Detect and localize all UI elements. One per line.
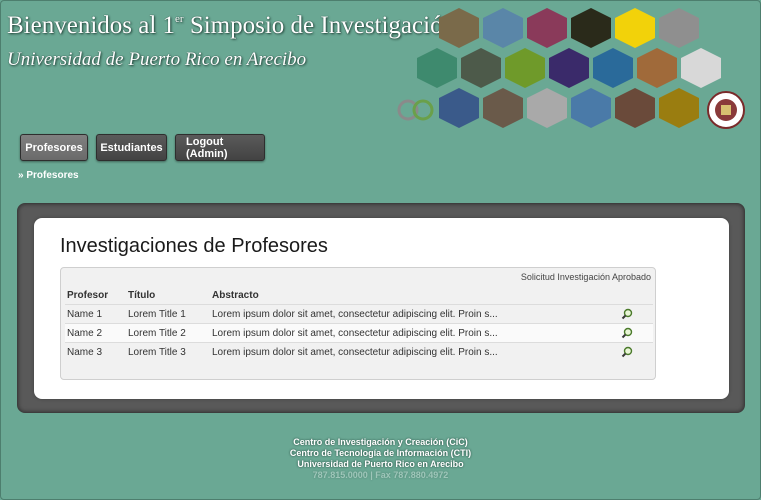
nav-logout-button[interactable]: Logout (Admin): [175, 134, 265, 161]
cell-profesor: Name 2: [67, 328, 103, 339]
table-row: Name 1 Lorem Title 1 Lorem ipsum dolor s…: [65, 304, 653, 323]
main-nav: Profesores Estudiantes Logout (Admin): [20, 134, 265, 161]
footer-line-university: Universidad de Puerto Rico en Arecibo: [297, 459, 464, 469]
site-title: Bienvenidos al 1er Simposio de Investiga…: [7, 12, 456, 39]
hex-photo-insects: [615, 88, 655, 128]
cell-abstracto: Lorem ipsum dolor sit amet, consectetur …: [212, 328, 498, 339]
cell-abstracto: Lorem ipsum dolor sit amet, consectetur …: [212, 347, 498, 358]
cell-abstracto: Lorem ipsum dolor sit amet, consectetur …: [212, 309, 498, 320]
hex-photo-skyline: [571, 88, 611, 128]
content-panel: Investigaciones de Profesores Solicitud …: [34, 218, 729, 399]
hex-photo-books: [637, 48, 677, 88]
hex-photo-machine: [461, 48, 501, 88]
col-header-titulo: Título: [128, 290, 156, 301]
cell-profesor: Name 3: [67, 347, 103, 358]
hex-photo-leaves: [505, 48, 545, 88]
hex-yellow: [615, 8, 655, 48]
hex-photo-lightning: [571, 8, 611, 48]
research-table: Solicitud Investigación Aprobado Profeso…: [60, 267, 656, 380]
hex-photo-grayscale: [659, 8, 699, 48]
cell-titulo: Lorem Title 3: [128, 347, 186, 358]
magnifier-icon[interactable]: [621, 327, 633, 339]
hex-green: [417, 48, 457, 88]
footer-line-cti: Centro de Tecnología de Información (CTI…: [289, 448, 472, 458]
cell-titulo: Lorem Title 1: [128, 309, 186, 320]
hex-photo-solar: [439, 88, 479, 128]
cell-titulo: Lorem Title 2: [128, 328, 186, 339]
hex-photo-landscape: [483, 8, 523, 48]
footer-line-phone: 787.815.0000 | Fax 787.880.4972: [312, 470, 449, 480]
hex-photo-scientist: [681, 48, 721, 88]
site-subtitle: Universidad de Puerto Rico en Arecibo: [7, 49, 307, 70]
footer: Centro de Investigación y Creación (CiC)…: [0, 437, 761, 481]
content-frame: Investigaciones de Profesores Solicitud …: [17, 203, 745, 413]
hexagon-photo-banner: [397, 8, 745, 129]
hex-gray: [527, 88, 567, 128]
page-title: Investigaciones de Profesores: [60, 235, 328, 257]
footer-line-cic: Centro de Investigación y Creación (CiC): [293, 437, 468, 447]
hex-photo-globe: [593, 48, 633, 88]
cell-profesor: Name 1: [67, 309, 103, 320]
university-seal: [707, 91, 745, 129]
col-header-profesor: Profesor: [67, 290, 109, 301]
hex-photo-microscope: [483, 88, 523, 128]
hex-olive: [659, 88, 699, 128]
col-header-abstracto: Abstracto: [212, 290, 259, 301]
table-row: Name 3 Lorem Title 3 Lorem ipsum dolor s…: [65, 342, 653, 361]
hex-photo-circuit: [549, 48, 589, 88]
magnifier-icon[interactable]: [621, 308, 633, 320]
cic-logo: [397, 99, 434, 121]
hex-photo-lab: [527, 8, 567, 48]
table-caption: Solicitud Investigación Aprobado: [520, 272, 651, 282]
table-row: Name 2 Lorem Title 2 Lorem ipsum dolor s…: [65, 323, 653, 342]
hex-photo-researcher: [439, 8, 479, 48]
nav-profesores-button[interactable]: Profesores: [20, 134, 88, 161]
breadcrumb[interactable]: » Profesores: [18, 170, 79, 181]
magnifier-icon[interactable]: [621, 346, 633, 358]
nav-estudiantes-button[interactable]: Estudiantes: [96, 134, 167, 161]
